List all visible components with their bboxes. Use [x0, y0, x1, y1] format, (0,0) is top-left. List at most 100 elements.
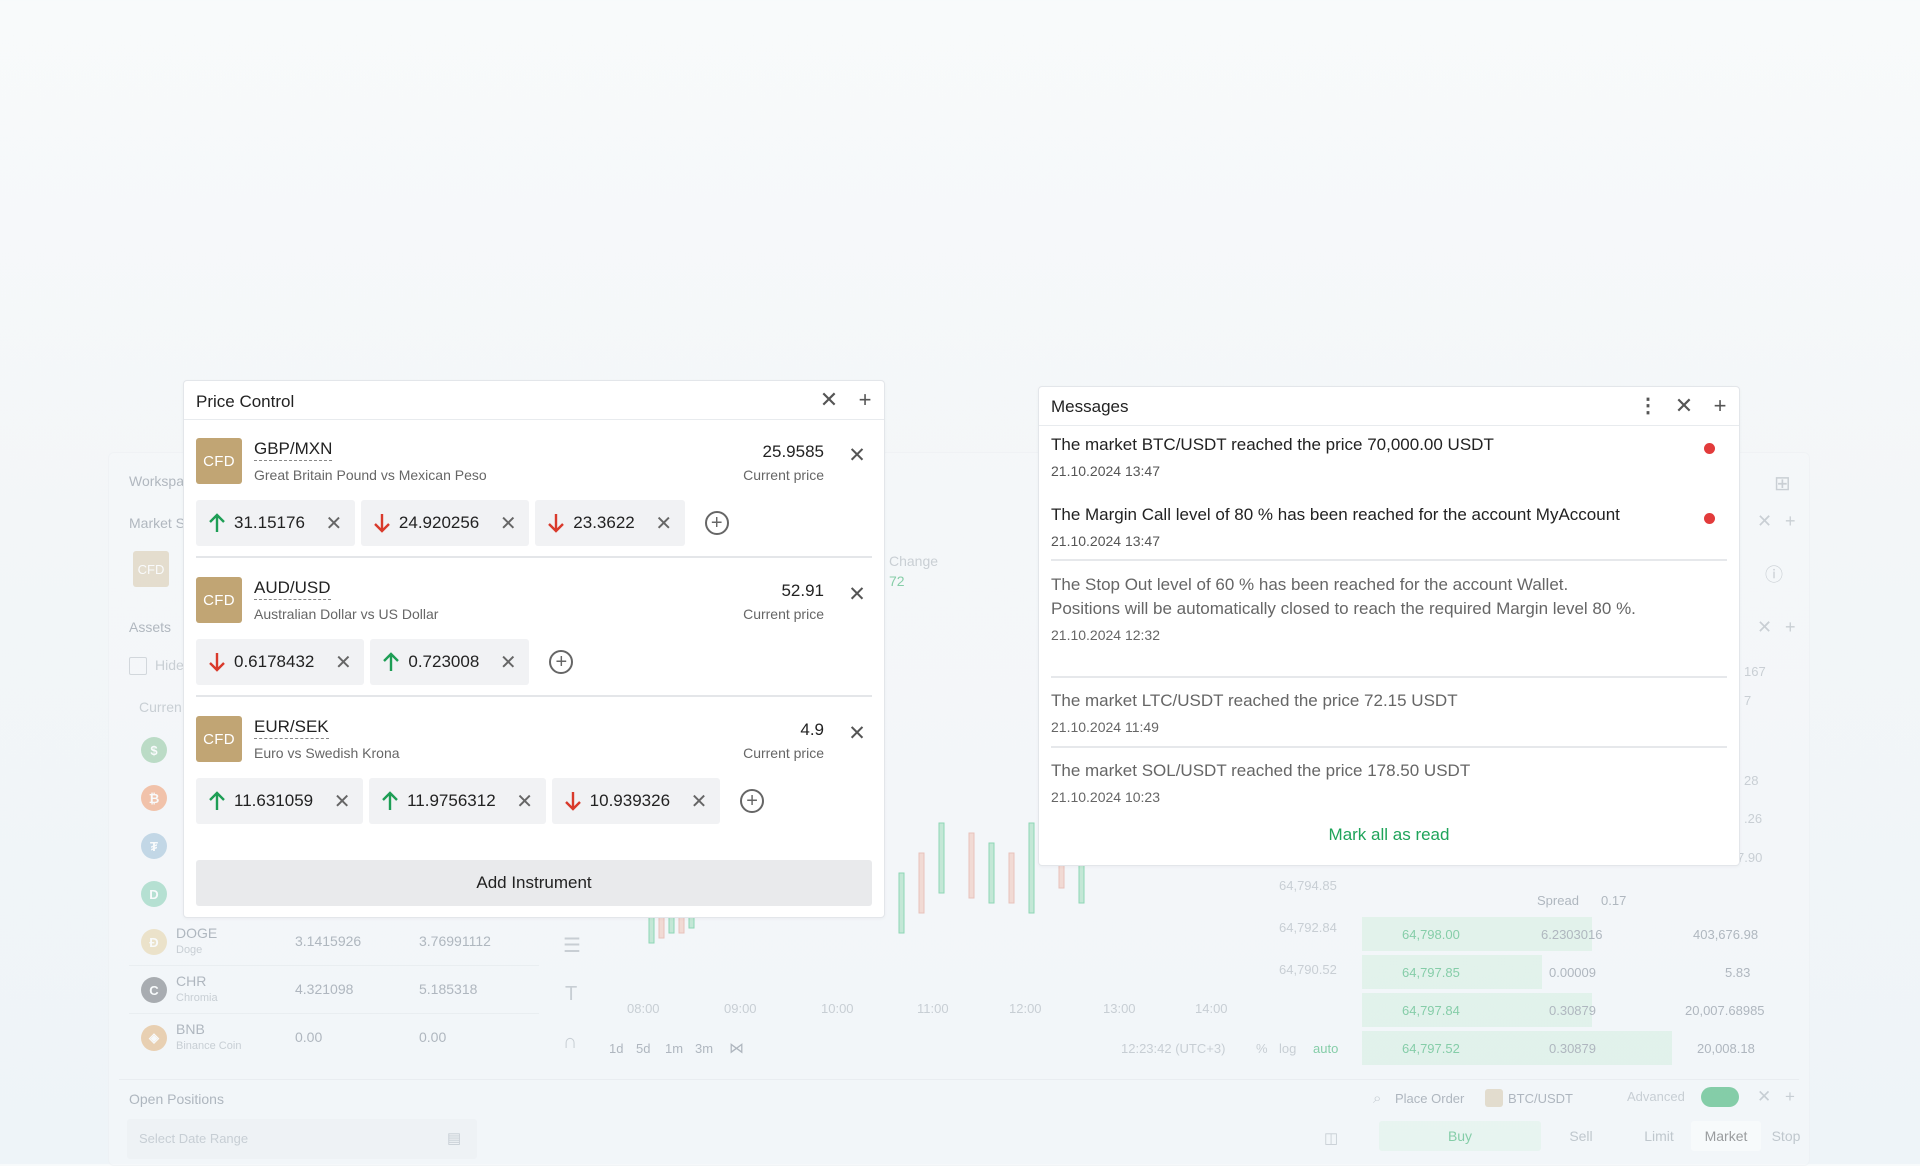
remove-alert-close-icon[interactable]: ✕ [333, 789, 351, 814]
place-order-label: Place Order [1395, 1091, 1465, 1106]
message-item[interactable]: The market SOL/USDT reached the price 17… [1051, 759, 1727, 805]
asset-symbol: BNB [176, 1021, 205, 1037]
message-text: The Stop Out level of 60 % has been reac… [1051, 575, 1636, 618]
remove-alert-close-icon[interactable]: ✕ [499, 511, 517, 536]
bg-plus-icon-2: + [1785, 617, 1796, 637]
message-date: 21.10.2024 13:47 [1051, 533, 1160, 549]
limit-tab[interactable]: Limit [1629, 1121, 1689, 1151]
price-alert-chip[interactable]: 11.9756312 ✕ [369, 778, 546, 824]
remove-alert-close-icon[interactable]: ✕ [334, 650, 352, 675]
auto-toggle[interactable]: auto [1313, 1041, 1338, 1056]
message-item[interactable]: The market LTC/USDT reached the price 72… [1051, 689, 1727, 735]
text-tool-icon[interactable]: T [565, 983, 577, 1006]
book-amount: 0.00009 [1549, 965, 1596, 980]
market-tab[interactable]: Market [1691, 1121, 1761, 1151]
columns-icon[interactable]: ◫ [1324, 1129, 1338, 1147]
period-1d[interactable]: 1d [609, 1041, 623, 1056]
asset-symbol: DOGE [176, 925, 218, 941]
close-icon[interactable]: ✕ [818, 389, 840, 411]
instrument-symbol[interactable]: GBP/MXN [254, 440, 333, 461]
arrow-down-icon [547, 512, 565, 534]
message-item-unread[interactable]: The market BTC/USDT reached the price 70… [1051, 433, 1727, 479]
plus-icon[interactable]: + [1709, 395, 1731, 417]
message-item[interactable]: The Stop Out level of 60 % has been reac… [1051, 573, 1727, 643]
spread-value: 0.17 [1601, 893, 1627, 908]
asset-ask: 0.00 [419, 1029, 447, 1045]
book-price: 64,797.52 [1402, 1041, 1460, 1056]
bg-plus-icon: + [1785, 511, 1796, 531]
price-alerts: 0.6178432 ✕ 0.723008 ✕ + [196, 639, 574, 685]
price-alert-chip[interactable]: 10.939326 ✕ [551, 778, 721, 824]
plus-icon[interactable]: + [854, 389, 876, 411]
book-partial: 7.90 [1737, 850, 1763, 865]
cfd-badge: CFD [196, 577, 242, 623]
magnet-icon[interactable]: ∩ [563, 1031, 577, 1054]
cfd-badge: CFD [196, 438, 242, 484]
close-icon[interactable]: ✕ [1673, 395, 1695, 417]
workspace-label: Workspa [129, 473, 184, 489]
book-amount: 0.30879 [1549, 1041, 1596, 1056]
price-alert-chip[interactable]: 31.15176 ✕ [196, 500, 355, 546]
arrow-up-icon [208, 790, 226, 812]
price-alert-chip[interactable]: 0.6178432 ✕ [196, 639, 365, 685]
compare-icon[interactable]: ⋈ [729, 1039, 744, 1057]
buy-tab[interactable]: Buy [1379, 1121, 1541, 1151]
search-icon[interactable]: ⌕ [1373, 1090, 1381, 1107]
remove-alert-close-icon[interactable]: ✕ [499, 650, 517, 675]
arrow-down-icon [208, 651, 226, 673]
asset-bid: 0.00 [295, 1029, 323, 1045]
advanced-toggle[interactable] [1701, 1087, 1739, 1107]
message-text: The market SOL/USDT reached the price 17… [1051, 761, 1471, 780]
alert-value: 10.939326 [589, 791, 671, 810]
period-3m[interactable]: 3m [695, 1041, 713, 1056]
time-tick: 09:00 [724, 1001, 757, 1016]
price-tick: 64,792.84 [1279, 920, 1337, 935]
add-instrument-button[interactable]: Add Instrument [196, 860, 872, 906]
date-range-input[interactable]: Select Date Range ▤ [127, 1119, 477, 1159]
remove-alert-close-icon[interactable]: ✕ [690, 789, 708, 814]
sell-tab[interactable]: Sell [1541, 1121, 1621, 1151]
period-5d[interactable]: 5d [636, 1041, 650, 1056]
price-alert-chip[interactable]: 24.920256 ✕ [360, 500, 530, 546]
current-price-value: 52.91 [781, 581, 824, 600]
remove-alert-close-icon[interactable]: ✕ [516, 789, 534, 814]
book-partial: 7 [1744, 693, 1752, 708]
price-alert-chip[interactable]: 0.723008 ✕ [370, 639, 530, 685]
instrument-description: Euro vs Swedish Krona [254, 745, 400, 761]
message-item-unread[interactable]: The Margin Call level of 80 % has been r… [1051, 503, 1727, 549]
unread-dot [1704, 513, 1715, 524]
log-toggle[interactable]: log [1279, 1041, 1296, 1056]
instrument-description: Australian Dollar vs US Dollar [254, 606, 439, 622]
alert-value: 23.3622 [573, 513, 635, 532]
add-alert-plus-icon[interactable]: + [740, 789, 765, 813]
current-price-label: Current price [743, 745, 824, 761]
remove-instrument-close-icon[interactable]: ✕ [846, 444, 868, 467]
instrument-symbol[interactable]: AUD/USD [254, 579, 331, 600]
add-alert-plus-icon[interactable]: + [549, 650, 574, 674]
asset-ask: 5.185318 [419, 981, 478, 997]
period-1m[interactable]: 1m [665, 1041, 683, 1056]
hide-checkbox[interactable] [129, 657, 147, 675]
instrument-symbol[interactable]: EUR/SEK [254, 718, 329, 739]
price-alert-chip[interactable]: 23.3622 ✕ [535, 500, 685, 546]
mark-all-read-link[interactable]: Mark all as read [1039, 825, 1739, 845]
grid-add-icon: ⊞ [1774, 473, 1791, 495]
instrument-divider [196, 556, 872, 558]
stop-tab[interactable]: Stop [1761, 1121, 1811, 1151]
order-plus-icon[interactable]: + [1785, 1087, 1795, 1107]
percent-toggle[interactable]: % [1256, 1041, 1268, 1056]
alert-value: 11.631059 [234, 791, 314, 810]
remove-instrument-close-icon[interactable]: ✕ [846, 583, 868, 606]
instrument-divider [196, 695, 872, 697]
message-divider [1051, 746, 1727, 748]
more-vertical-icon[interactable]: ⋮ [1637, 395, 1659, 417]
add-alert-plus-icon[interactable]: + [704, 511, 729, 535]
remove-alert-close-icon[interactable]: ✕ [325, 511, 343, 536]
remove-alert-close-icon[interactable]: ✕ [655, 511, 673, 536]
price-alerts: 31.15176 ✕ 24.920256 ✕ 23.3622 ✕ + [196, 500, 729, 546]
settings-lines-icon[interactable]: ☰ [563, 933, 581, 958]
message-text: The market BTC/USDT reached the price 70… [1051, 435, 1494, 454]
price-alert-chip[interactable]: 11.631059 ✕ [196, 778, 364, 824]
order-close-icon[interactable]: ✕ [1757, 1087, 1771, 1107]
remove-instrument-close-icon[interactable]: ✕ [846, 722, 868, 745]
